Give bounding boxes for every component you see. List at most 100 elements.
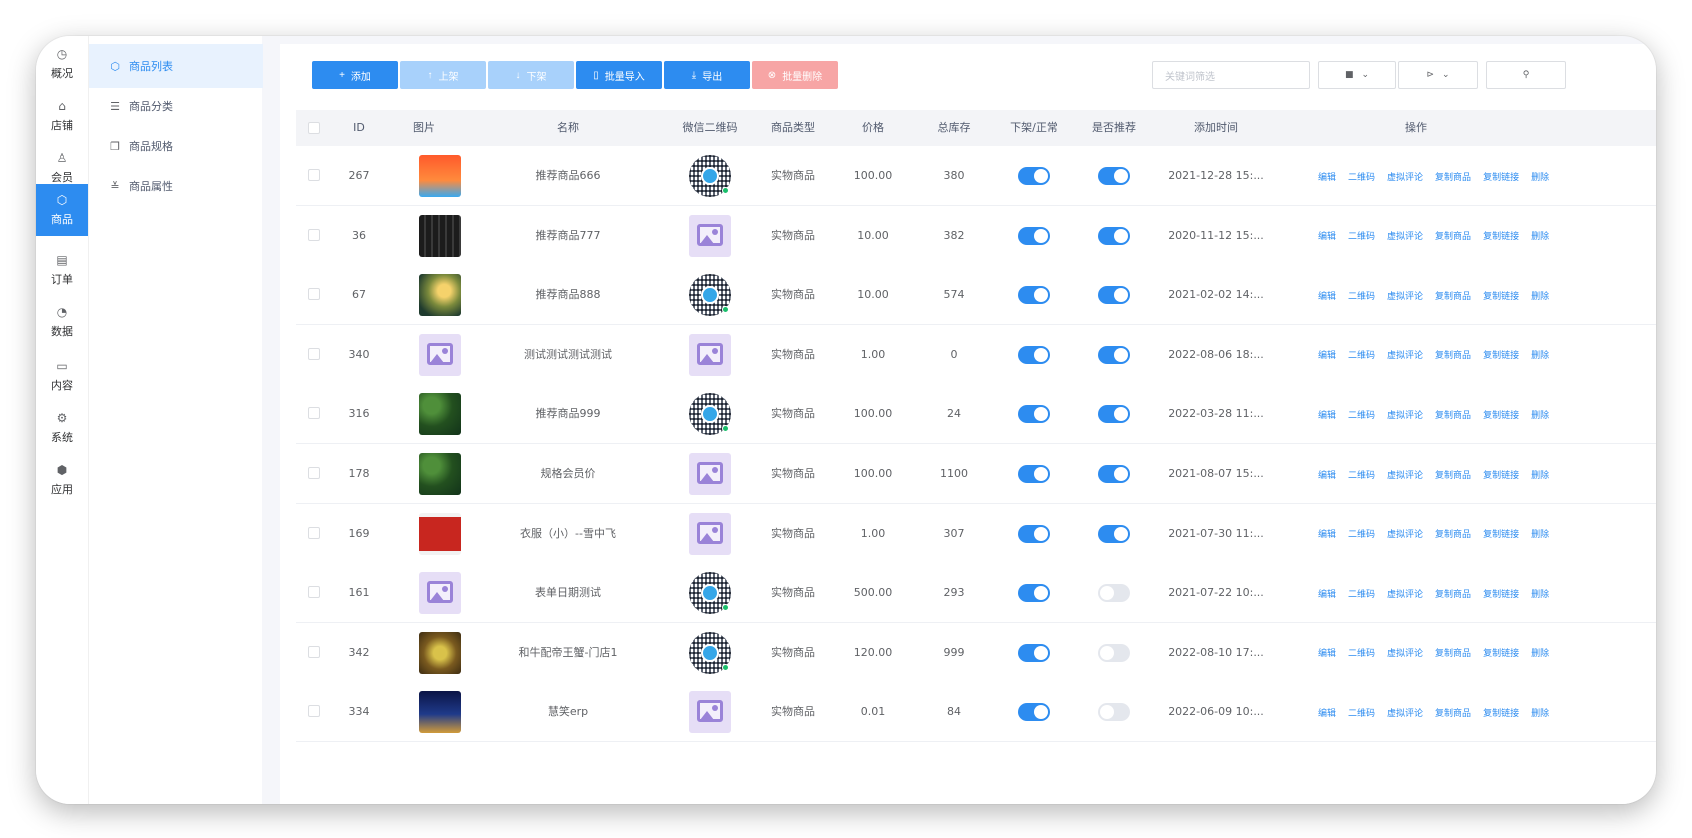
off-shelf-button[interactable]: ↓ 下架 [488,61,574,89]
action-link-0[interactable]: 编辑 [1318,468,1336,481]
action-link-3[interactable]: 复制商品 [1435,229,1471,242]
status-toggle[interactable] [1018,643,1050,662]
recommend-toggle[interactable] [1098,345,1130,364]
row-checkbox[interactable] [308,586,320,599]
action-link-4[interactable]: 复制链接 [1483,408,1519,421]
action-link-4[interactable]: 复制链接 [1483,229,1519,242]
action-link-5[interactable]: 删除 [1531,706,1549,719]
action-link-3[interactable]: 复制商品 [1435,527,1471,540]
action-link-0[interactable]: 编辑 [1318,527,1336,540]
action-link-2[interactable]: 虚拟评论 [1387,408,1423,421]
action-link-5[interactable]: 删除 [1531,348,1549,361]
action-link-1[interactable]: 二维码 [1348,706,1375,719]
recommend-toggle[interactable] [1098,226,1130,245]
action-link-4[interactable]: 复制链接 [1483,348,1519,361]
action-link-4[interactable]: 复制链接 [1483,468,1519,481]
action-link-2[interactable]: 虚拟评论 [1387,348,1423,361]
action-link-0[interactable]: 编辑 [1318,408,1336,421]
status-toggle[interactable] [1018,167,1050,185]
action-link-0[interactable]: 编辑 [1318,587,1336,600]
category-select[interactable]: ⊳ ⌄ [1398,61,1478,89]
action-link-0[interactable]: 编辑 [1318,646,1336,659]
wechat-qr-code[interactable] [689,393,731,436]
rail-item-4[interactable]: ▤ 订单 [36,242,88,298]
submenu-item-3[interactable]: ≚ 商品属性 [89,164,263,208]
action-link-2[interactable]: 虚拟评论 [1387,527,1423,540]
action-link-0[interactable]: 编辑 [1318,348,1336,361]
rail-item-3[interactable]: ⬡ 商品 [36,184,88,236]
action-link-4[interactable]: 复制链接 [1483,170,1519,183]
status-toggle[interactable] [1018,524,1050,543]
action-link-0[interactable]: 编辑 [1318,706,1336,719]
action-link-5[interactable]: 删除 [1531,408,1549,421]
status-toggle[interactable] [1018,345,1050,364]
rail-item-0[interactable]: ◷ 概况 [36,36,88,92]
row-checkbox[interactable] [308,526,320,539]
row-checkbox[interactable] [308,407,320,420]
on-shelf-button[interactable]: ↑ 上架 [400,61,486,89]
row-checkbox[interactable] [308,347,320,360]
action-link-1[interactable]: 二维码 [1348,289,1375,302]
action-link-3[interactable]: 复制商品 [1435,468,1471,481]
row-checkbox[interactable] [308,288,320,301]
submenu-item-2[interactable]: ❐ 商品规格 [89,124,263,168]
status-toggle[interactable] [1018,286,1050,305]
action-link-1[interactable]: 二维码 [1348,408,1375,421]
action-link-4[interactable]: 复制链接 [1483,706,1519,719]
row-checkbox[interactable] [308,467,320,479]
keyword-search-input[interactable]: 关键词筛选 [1152,61,1310,89]
recommend-toggle[interactable] [1098,465,1130,483]
action-link-4[interactable]: 复制链接 [1483,646,1519,659]
rail-item-7[interactable]: ⚙ 系统 [36,400,88,456]
select-all-checkbox[interactable] [308,122,320,134]
wechat-qr-code[interactable] [689,631,731,674]
rail-item-8[interactable]: ⬢ 应用 [36,452,88,508]
action-link-1[interactable]: 二维码 [1348,527,1375,540]
action-link-2[interactable]: 虚拟评论 [1387,170,1423,183]
recommend-toggle[interactable] [1098,584,1130,603]
action-link-2[interactable]: 虚拟评论 [1387,289,1423,302]
action-link-2[interactable]: 虚拟评论 [1387,229,1423,242]
add-button[interactable]: + 添加 [312,61,398,89]
row-checkbox[interactable] [308,228,320,241]
status-toggle[interactable] [1018,465,1050,483]
rail-item-6[interactable]: ▭ 内容 [36,348,88,404]
status-toggle[interactable] [1018,703,1050,722]
action-link-5[interactable]: 删除 [1531,289,1549,302]
status-toggle[interactable] [1018,584,1050,603]
status-toggle[interactable] [1018,226,1050,245]
layout-select[interactable]: ■ ⌄ [1318,61,1396,89]
wechat-qr-code[interactable] [689,274,731,317]
action-link-4[interactable]: 复制链接 [1483,289,1519,302]
action-link-5[interactable]: 删除 [1531,527,1549,540]
row-checkbox[interactable] [308,705,320,718]
row-checkbox[interactable] [308,645,320,658]
action-link-1[interactable]: 二维码 [1348,646,1375,659]
action-link-3[interactable]: 复制商品 [1435,587,1471,600]
submenu-item-1[interactable]: ☰ 商品分类 [89,84,263,128]
recommend-toggle[interactable] [1098,703,1130,722]
action-link-3[interactable]: 复制商品 [1435,646,1471,659]
search-button[interactable]: ⚲ [1486,61,1566,89]
action-link-0[interactable]: 编辑 [1318,229,1336,242]
batch-import-button[interactable]: ▯ 批量导入 [576,61,662,89]
action-link-2[interactable]: 虚拟评论 [1387,646,1423,659]
action-link-5[interactable]: 删除 [1531,646,1549,659]
rail-item-1[interactable]: ⌂ 店铺 [36,88,88,144]
action-link-1[interactable]: 二维码 [1348,229,1375,242]
action-link-0[interactable]: 编辑 [1318,289,1336,302]
submenu-item-0[interactable]: ⬡ 商品列表 [89,44,263,88]
export-button[interactable]: ⤓ 导出 [664,61,750,89]
action-link-3[interactable]: 复制商品 [1435,289,1471,302]
action-link-2[interactable]: 虚拟评论 [1387,706,1423,719]
recommend-toggle[interactable] [1098,286,1130,305]
action-link-2[interactable]: 虚拟评论 [1387,468,1423,481]
recommend-toggle[interactable] [1098,405,1130,424]
rail-item-5[interactable]: ◔ 数据 [36,294,88,350]
wechat-qr-code[interactable] [689,572,731,615]
action-link-3[interactable]: 复制商品 [1435,408,1471,421]
row-checkbox[interactable] [308,169,320,181]
action-link-1[interactable]: 二维码 [1348,468,1375,481]
action-link-3[interactable]: 复制商品 [1435,170,1471,183]
action-link-1[interactable]: 二维码 [1348,587,1375,600]
